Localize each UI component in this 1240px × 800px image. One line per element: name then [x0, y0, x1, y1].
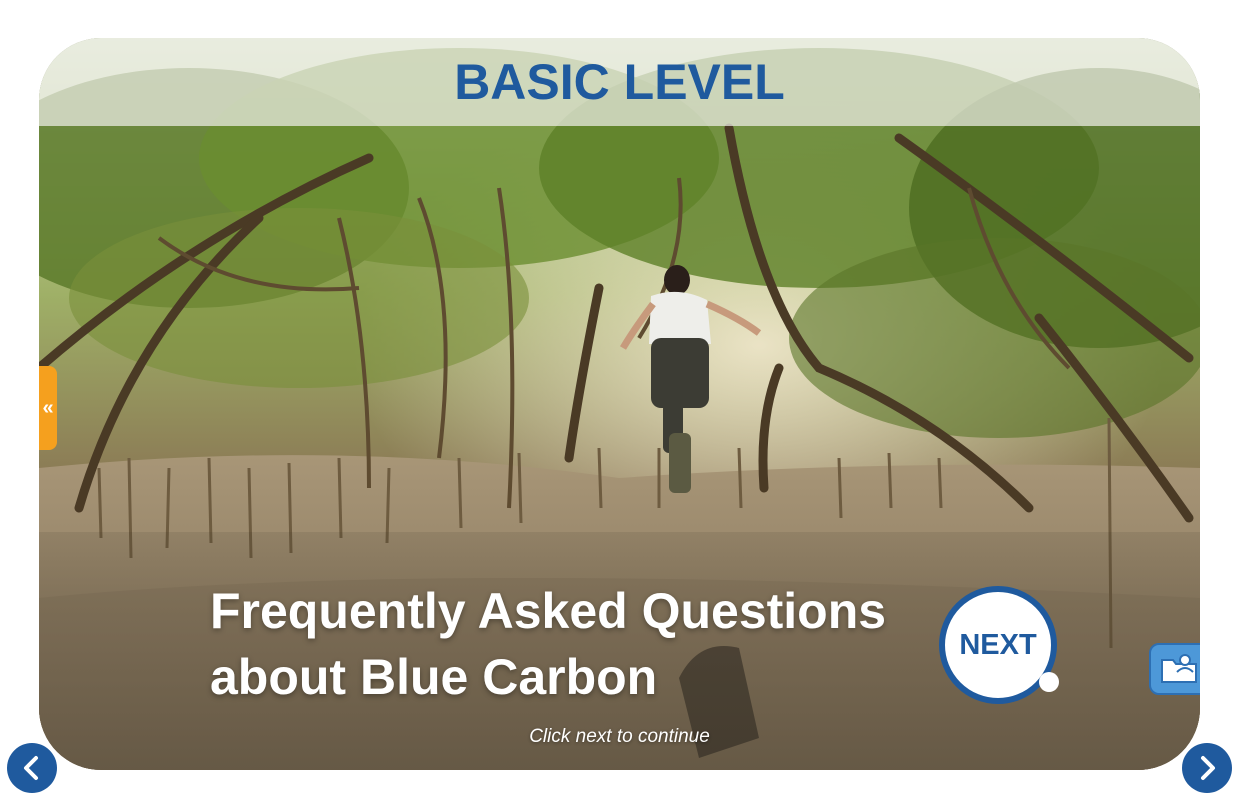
ring-gap: [1039, 672, 1059, 692]
folder-profile-icon: [1161, 654, 1197, 683]
slide-title-line-1: Frequently Asked Questions: [210, 583, 887, 639]
chevron-left-icon: [24, 756, 38, 780]
slide-title-line-2: about Blue Carbon: [210, 649, 658, 705]
side-menu-tab[interactable]: «: [39, 366, 57, 450]
next-button-label: NEXT: [959, 628, 1037, 661]
continue-hint: Click next to continue: [529, 726, 710, 747]
next-slide-button[interactable]: [1182, 743, 1232, 793]
slide-title: Frequently Asked Questions about Blue Ca…: [210, 578, 950, 710]
double-chevron-left-icon: «: [42, 396, 54, 419]
level-title: BASIC LEVEL: [454, 54, 785, 110]
slide-card: BASIC LEVEL Frequently Asked Questions a…: [39, 38, 1200, 770]
previous-slide-button[interactable]: [7, 743, 57, 793]
resources-button[interactable]: [1149, 643, 1200, 695]
level-header-band: BASIC LEVEL: [39, 38, 1200, 126]
next-button[interactable]: NEXT: [939, 586, 1059, 704]
chevron-right-icon: [1201, 756, 1215, 780]
